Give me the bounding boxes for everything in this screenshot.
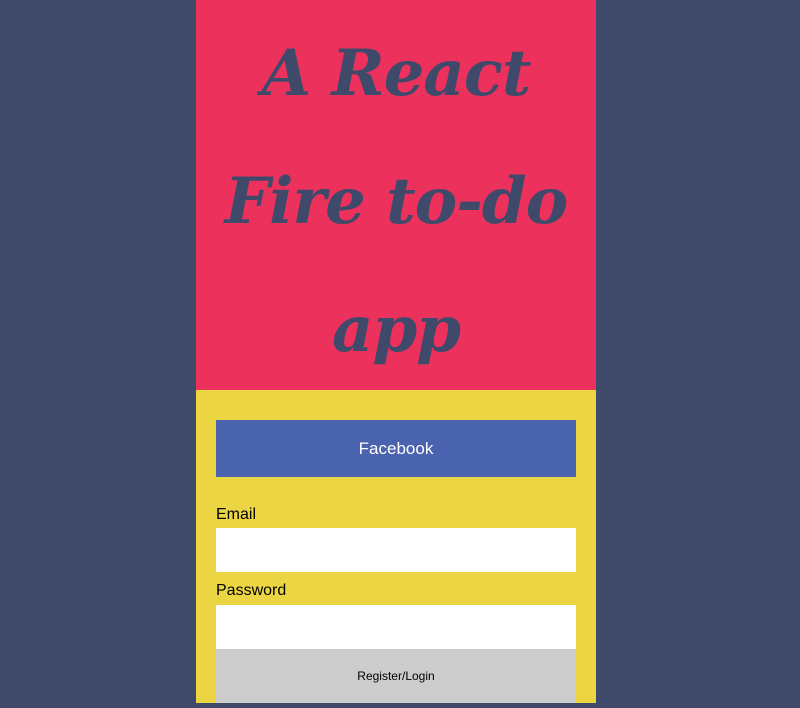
- register-login-button[interactable]: Register/Login: [216, 649, 576, 703]
- app-title-line-2: Fire to-do: [224, 164, 569, 239]
- hero-banner: A React Fire to-do app: [196, 0, 596, 390]
- app-title-line-3: app: [332, 292, 461, 367]
- login-panel: Facebook Email Password Register/Login: [196, 390, 596, 703]
- app-container: A React Fire to-do app Facebook Email Pa…: [196, 0, 596, 703]
- facebook-login-button[interactable]: Facebook: [216, 420, 576, 477]
- app-title-line-1: A React: [261, 36, 532, 111]
- password-field[interactable]: [216, 605, 576, 649]
- email-field[interactable]: [216, 528, 576, 572]
- password-label: Password: [216, 582, 287, 599]
- email-label: Email: [216, 506, 257, 523]
- app-title: A React Fire to-do app: [196, 10, 596, 394]
